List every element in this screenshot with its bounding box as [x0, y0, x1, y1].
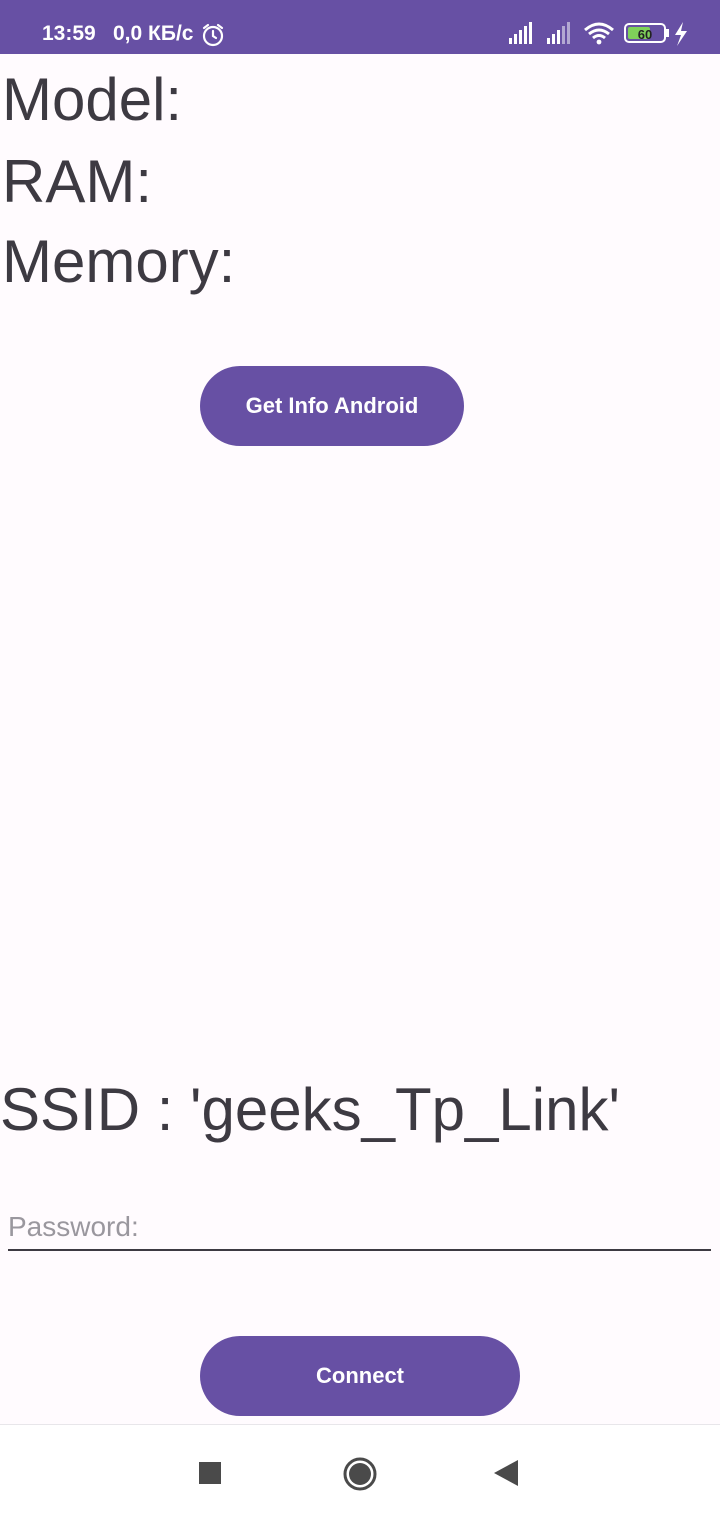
- ssid-label: SSID : 'geeks_Tp_Link': [0, 1076, 620, 1143]
- wifi-icon: [584, 22, 614, 45]
- network-speed: 0,0 КБ/с: [113, 22, 194, 45]
- home-icon[interactable]: [342, 1456, 378, 1497]
- signal-icon: [547, 22, 570, 44]
- connect-button[interactable]: Connect: [200, 1336, 520, 1416]
- status-bar: 13:59 0,0 КБ/с 60: [0, 0, 720, 54]
- ram-label: RAM:: [2, 148, 152, 215]
- alarm-icon: [200, 22, 226, 53]
- battery-level: 60: [638, 27, 652, 42]
- back-icon[interactable]: [494, 1460, 518, 1491]
- charging-icon: [675, 22, 687, 46]
- battery-icon: 60: [624, 23, 669, 43]
- navigation-bar: [0, 1424, 720, 1521]
- memory-label: Memory:: [2, 228, 236, 295]
- model-label: Model:: [2, 66, 183, 133]
- signal-icon: [509, 22, 532, 44]
- password-field[interactable]: [8, 1205, 711, 1251]
- recents-icon[interactable]: [199, 1462, 221, 1489]
- status-time: 13:59: [42, 22, 96, 45]
- get-info-android-button[interactable]: Get Info Android: [200, 366, 464, 446]
